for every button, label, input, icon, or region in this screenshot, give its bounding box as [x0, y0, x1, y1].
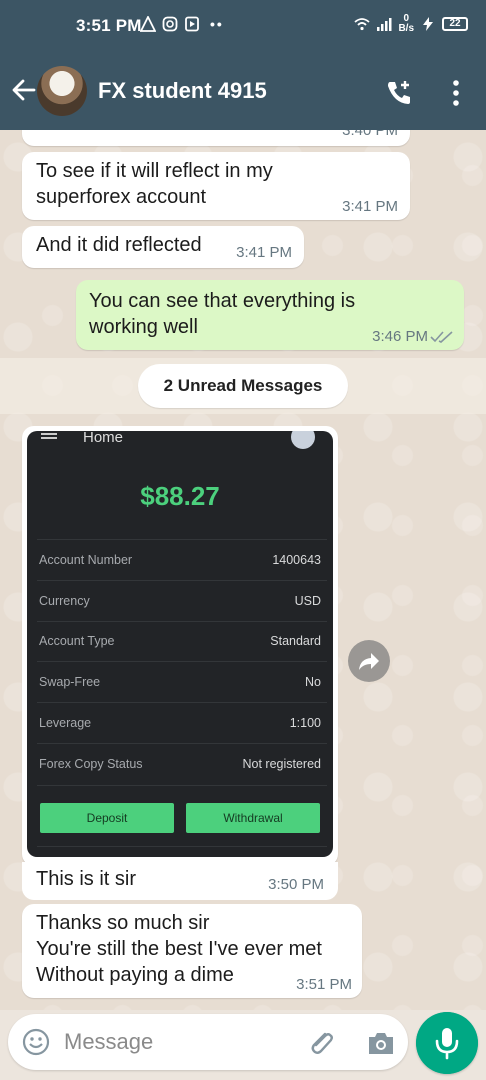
- message-bubble[interactable]: To see if it will reflect in my superfor…: [22, 152, 410, 220]
- read-receipt-icon: [430, 331, 453, 343]
- divider: [37, 785, 327, 786]
- row-label: Forex Copy Status: [39, 757, 143, 771]
- screenshot-title: Home: [83, 431, 124, 446]
- account-type-row: Account Type Standard: [39, 634, 321, 654]
- media-icon: [185, 16, 199, 32]
- row-value: Standard: [270, 634, 321, 648]
- currency-row: Currency USD: [39, 594, 321, 614]
- message-text: You can see that everything is working w…: [89, 290, 356, 338]
- more-notifications-dots: ••: [210, 16, 224, 32]
- hamburger-menu-icon: [41, 433, 57, 439]
- emoji-icon[interactable]: [22, 1028, 50, 1056]
- battery-level: 22: [442, 17, 468, 31]
- row-value: 1400643: [272, 553, 321, 567]
- voice-message-button[interactable]: [416, 1012, 478, 1074]
- deposit-button: Deposit: [40, 803, 174, 833]
- add-call-icon[interactable]: [384, 78, 414, 108]
- message-text: Thanks so much sir You're still the best…: [36, 912, 322, 986]
- divider: [37, 702, 327, 703]
- signal-icon: [377, 18, 392, 31]
- row-label: Currency: [39, 594, 90, 608]
- notification-icons: ••: [140, 16, 224, 32]
- divider: [37, 846, 327, 847]
- forward-icon[interactable]: [348, 640, 390, 682]
- message-bubble[interactable]: Thanks so much sir You're still the best…: [22, 904, 362, 998]
- message-input[interactable]: [64, 1024, 294, 1060]
- message-time: 3:40 PM: [342, 130, 398, 139]
- message-text: And it did reflected: [36, 234, 202, 256]
- chat-area[interactable]: metatrader4 3:40 PM To see if it will re…: [0, 130, 486, 1010]
- message-bubble[interactable]: This is it sir 3:50 PM: [22, 862, 338, 900]
- back-arrow-icon[interactable]: [10, 76, 38, 104]
- contact-name[interactable]: FX student 4915: [98, 78, 267, 104]
- message-time: 3:50 PM: [268, 876, 324, 893]
- swap-free-row: Swap-Free No: [39, 675, 321, 695]
- message-time: 3:41 PM: [342, 198, 398, 215]
- network-speed: 0 B/s: [398, 14, 414, 34]
- row-label: Leverage: [39, 716, 92, 730]
- unread-messages-badge: 2 Unread Messages: [138, 364, 348, 408]
- shared-screenshot[interactable]: Home $88.27 Account Number 1400643 Curre…: [27, 431, 333, 857]
- row-label: Swap-Free: [39, 675, 101, 689]
- row-value: Not registered: [242, 757, 321, 771]
- row-label: Account Number: [39, 553, 133, 567]
- system-indicators: 0 B/s 22: [354, 14, 468, 34]
- message-bubble[interactable]: metatrader4 3:40 PM: [22, 130, 410, 146]
- row-value: 1:100: [289, 716, 321, 730]
- message-time: 3:51 PM: [296, 976, 352, 993]
- row-value: No: [305, 675, 321, 689]
- message-text: This is it sir: [36, 868, 136, 890]
- status-time: 3:51 PM: [76, 16, 142, 35]
- instagram-icon: [162, 16, 178, 32]
- network-speed-unit: B/s: [398, 23, 414, 34]
- row-value: USD: [294, 594, 321, 608]
- divider: [37, 539, 327, 540]
- profile-icon: [291, 431, 315, 449]
- forex-copy-status-row: Forex Copy Status Not registered: [39, 757, 321, 777]
- attachment-icon[interactable]: [306, 1028, 336, 1058]
- message-bubble[interactable]: And it did reflected 3:41 PM: [22, 226, 304, 268]
- message-time: 3:41 PM: [236, 244, 292, 261]
- camera-icon[interactable]: [366, 1029, 396, 1057]
- divider: [37, 743, 327, 744]
- message-text: To see if it will reflect in my superfor…: [36, 160, 273, 208]
- message-composer: [8, 1014, 408, 1070]
- contact-avatar[interactable]: [37, 66, 87, 116]
- divider: [37, 621, 327, 622]
- message-bubble-outgoing[interactable]: You can see that everything is working w…: [76, 280, 464, 350]
- account-balance: $88.27: [140, 481, 220, 511]
- leverage-row: Leverage 1:100: [39, 716, 321, 736]
- warning-icon: [140, 16, 156, 32]
- status-bar: 3:51 PM •• 0 B/s 22: [0, 0, 486, 52]
- wifi-icon: [354, 18, 371, 31]
- chat-app-bar: FX student 4915: [0, 52, 486, 130]
- account-number-row: Account Number 1400643: [39, 553, 321, 573]
- withdrawal-button: Withdrawal: [186, 803, 320, 833]
- more-options-icon[interactable]: [448, 78, 464, 108]
- image-message-bubble[interactable]: Home $88.27 Account Number 1400643 Curre…: [22, 426, 338, 866]
- header: 3:51 PM •• 0 B/s 22 FX student 4915: [0, 0, 486, 130]
- divider: [37, 661, 327, 662]
- message-text: metatrader4: [36, 130, 144, 136]
- charging-icon: [423, 17, 433, 31]
- message-time: 3:46 PM: [372, 328, 428, 345]
- row-label: Account Type: [39, 634, 115, 648]
- divider: [37, 580, 327, 581]
